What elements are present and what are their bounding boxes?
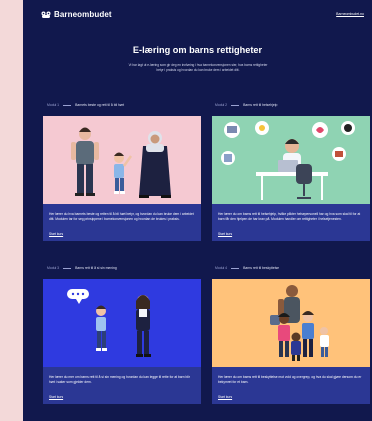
module-1-label: Modul 1 Barnets beste og rett til å bli … bbox=[47, 103, 124, 107]
divider bbox=[63, 267, 72, 269]
module-number: Modul 1 bbox=[47, 103, 60, 107]
card-body: Her lærer du hva barnets beste og retten… bbox=[43, 204, 201, 241]
module-title: Barns rett til beskyttelse bbox=[243, 266, 280, 270]
start-course-link[interactable]: Start kurs bbox=[218, 395, 232, 399]
module-3-label: Modul 3 Barns rett til å si sin mening bbox=[47, 266, 117, 270]
brand-logo[interactable]: Barneombudet bbox=[41, 10, 112, 19]
site-link[interactable]: Barneombudet.no bbox=[336, 12, 364, 16]
module-number: Modul 3 bbox=[47, 266, 60, 270]
page: Barneombudet Barneombudet.no E-læring om… bbox=[23, 0, 372, 421]
module-title: Barnets beste og rett til å bli hørt bbox=[75, 103, 125, 107]
card-body: Her lærer du mer om barns rett til å si … bbox=[43, 367, 201, 404]
start-course-link[interactable]: Start kurs bbox=[49, 232, 63, 236]
barneombudet-logo-icon bbox=[41, 11, 51, 18]
divider bbox=[231, 104, 240, 106]
module-number: Modul 4 bbox=[215, 266, 228, 270]
module-4-card[interactable]: Her lærer du om barns rett til beskyttel… bbox=[212, 279, 370, 404]
module-1-card[interactable]: Her lærer du hva barnets beste og retten… bbox=[43, 116, 201, 241]
doctor-illustration bbox=[212, 116, 370, 204]
module-description: Her lærer du om barns rett til helsehjel… bbox=[218, 212, 361, 221]
module-4-label: Modul 4 Barns rett til beskyttelse bbox=[215, 266, 279, 270]
group-figures bbox=[270, 285, 329, 361]
family-illustration bbox=[43, 116, 201, 204]
start-course-link[interactable]: Start kurs bbox=[218, 232, 232, 236]
page-title: E-læring om barns rettigheter bbox=[132, 45, 263, 56]
card-body: Her lærer du om barns rett til helsehjel… bbox=[212, 204, 370, 241]
intro-text: Vi har lagt ut e-læring som gir deg en i… bbox=[128, 63, 268, 72]
module-3-card[interactable]: Her lærer du mer om barns rett til å si … bbox=[43, 279, 201, 404]
module-description: Her lærer du om barns rett til beskyttel… bbox=[218, 375, 362, 384]
module-description: Her lærer du hva barnets beste og retten… bbox=[49, 212, 194, 221]
module-title: Barns rett til å si sin mening bbox=[75, 266, 117, 270]
card-body: Her lærer du om barns rett til beskyttel… bbox=[212, 367, 370, 404]
conversation-figures bbox=[67, 289, 151, 357]
top-bar: Barneombudet Barneombudet.no bbox=[23, 0, 372, 30]
module-title: Barns rett til helsehjelp bbox=[243, 103, 278, 107]
start-course-link[interactable]: Start kurs bbox=[49, 395, 63, 399]
module-2-card[interactable]: Her lærer du om barns rett til helsehjel… bbox=[212, 116, 370, 241]
conversation-illustration bbox=[43, 279, 201, 367]
divider bbox=[231, 267, 240, 269]
doctor-figures bbox=[221, 121, 355, 200]
brand-name: Barneombudet bbox=[54, 10, 112, 19]
group-illustration bbox=[212, 279, 370, 367]
module-description: Her lærer du mer om barns rett til å si … bbox=[49, 375, 190, 384]
module-number: Modul 2 bbox=[215, 103, 228, 107]
divider bbox=[63, 104, 72, 106]
module-2-label: Modul 2 Barns rett til helsehjelp bbox=[215, 103, 277, 107]
speech-bubble-icon bbox=[67, 289, 89, 304]
family-figures bbox=[71, 127, 171, 198]
